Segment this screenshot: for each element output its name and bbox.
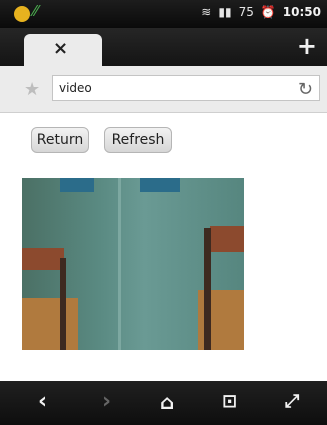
chair-left-back: [22, 248, 64, 270]
status-bar: ⁄⁄ ≋ ▮▮ 75 ⏰ 10:50: [0, 0, 327, 28]
floor-seam: [118, 178, 121, 350]
chair-left-seat: [22, 298, 78, 350]
reload-icon[interactable]: ↻: [298, 79, 313, 100]
signal-icon: ▮▮: [218, 5, 232, 19]
new-tab-button[interactable]: +: [297, 32, 317, 60]
chair-left-leg: [60, 258, 66, 350]
bookmark-star-icon[interactable]: ★: [24, 79, 40, 100]
notification-icon: [14, 6, 30, 22]
forward-icon[interactable]: ›: [102, 389, 111, 414]
alarm-icon: ⏰: [260, 5, 276, 19]
chair-right-leg: [204, 228, 211, 350]
wifi-icon: ≋: [201, 5, 212, 19]
home-icon[interactable]: ⌂: [160, 390, 174, 414]
back-icon[interactable]: ‹: [38, 389, 47, 414]
notification-icon: ⁄⁄: [33, 2, 39, 20]
browser-nav-bar: ‹ › ⌂ ⊡ ⤢: [0, 381, 327, 425]
tab-bar: × +: [0, 28, 327, 67]
return-button[interactable]: Return: [31, 127, 89, 153]
floor-tile: [140, 178, 180, 192]
battery-icon: 75: [238, 5, 254, 19]
url-bar: ★ ↻: [0, 66, 327, 113]
url-input[interactable]: [52, 75, 320, 101]
browser-tab[interactable]: ×: [24, 34, 102, 67]
video-frame: [22, 178, 244, 350]
fullscreen-icon[interactable]: ⤢: [285, 391, 299, 412]
status-time: 10:50: [282, 5, 321, 19]
refresh-button[interactable]: Refresh: [104, 127, 172, 153]
status-bar-right: ≋ ▮▮ 75 ⏰ 10:50: [201, 5, 321, 19]
close-icon[interactable]: ×: [53, 38, 68, 59]
chair-right-back: [210, 226, 244, 252]
floor-tile: [60, 178, 94, 192]
bookmarks-icon[interactable]: ⊡: [222, 391, 237, 412]
